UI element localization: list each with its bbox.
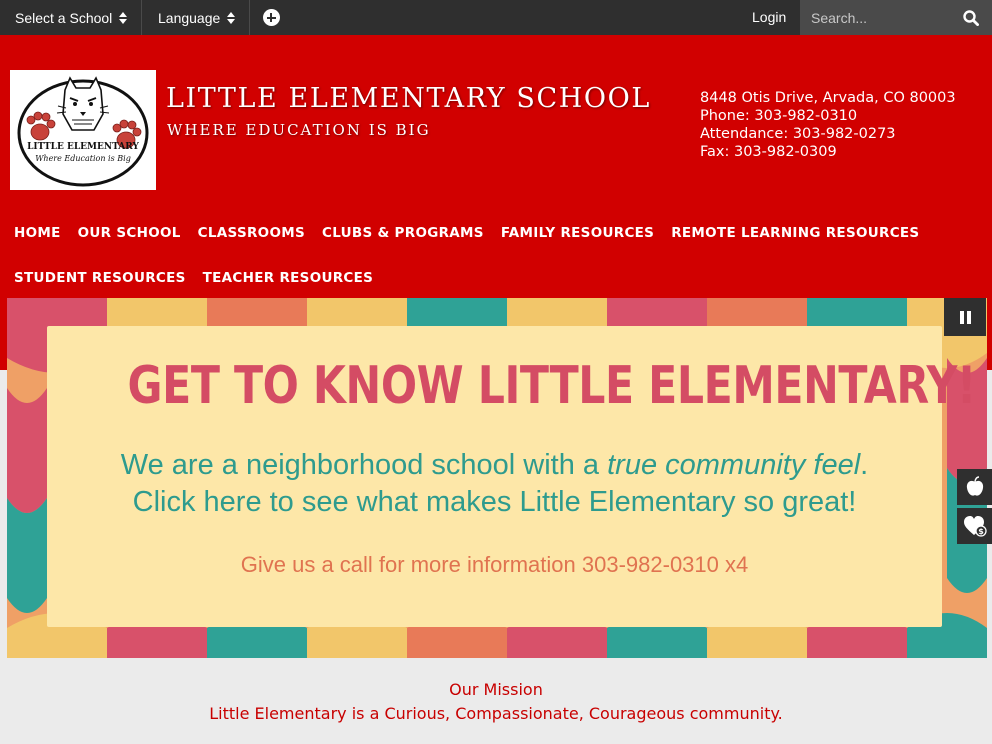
hero-card: GET TO KNOW LITTLE ELEMENTARY! We are a … — [47, 326, 977, 627]
search-icon — [963, 9, 979, 26]
phone-text: Phone: 303-982-0310 — [700, 108, 858, 124]
nav-item-student-resources[interactable]: STUDENT RESOURCES — [14, 270, 186, 286]
nav-item-remote-learning[interactable]: REMOTE LEARNING RESOURCES — [671, 225, 919, 241]
sort-caret-icon — [119, 11, 128, 24]
add-menu-button[interactable] — [248, 0, 294, 35]
mission-section: Our Mission Little Elementary is a Curio… — [0, 680, 992, 723]
apple-icon — [966, 476, 983, 496]
hero-description: We are a neighborhood school with a true… — [120, 449, 869, 481]
wildcat-logo-image: LITTLE ELEMENTARY Where Education is Big — [17, 76, 149, 187]
hero-link-text[interactable]: Click here to see what makes Little Elem… — [47, 486, 942, 519]
nav-item-our-school[interactable]: OUR SCHOOL — [78, 225, 181, 241]
nav-item-classrooms[interactable]: CLASSROOMS — [198, 225, 305, 241]
mission-text: Little Elementary is a Curious, Compassi… — [209, 704, 783, 723]
hero-banner[interactable]: GET TO KNOW LITTLE ELEMENTARY! We are a … — [7, 298, 987, 658]
utility-bar: Select a School Language Login — [0, 0, 992, 35]
search-button[interactable] — [950, 0, 992, 35]
select-school-dropdown[interactable]: Select a School — [0, 0, 143, 35]
nav-item-clubs-programs[interactable]: CLUBS & PROGRAMS — [322, 225, 484, 241]
sort-caret-icon — [227, 11, 236, 24]
logo-subtext: Where Education is Big — [35, 154, 131, 163]
search-input[interactable] — [800, 0, 950, 35]
plus-circle-icon — [262, 9, 280, 26]
login-link[interactable]: Login — [752, 0, 786, 35]
nav-row-2: STUDENT RESOURCES TEACHER RESOURCES — [14, 255, 974, 300]
contact-info: 8448 Otis Drive, Arvada, CO 80003 Phone:… — [700, 89, 956, 161]
side-tab-apple[interactable] — [957, 469, 992, 505]
hero-title: GET TO KNOW LITTLE ELEMENTARY! — [127, 356, 977, 416]
fax-text: Fax: 303-982-0309 — [700, 144, 837, 160]
nav-item-teacher-resources[interactable]: TEACHER RESOURCES — [203, 270, 374, 286]
address-text: 8448 Otis Drive, Arvada, CO 80003 — [700, 90, 956, 106]
school-name[interactable]: LITTLE ELEMENTARY SCHOOL — [166, 83, 651, 114]
attendance-text: Attendance: 303-982-0273 — [700, 126, 896, 142]
search-box — [800, 0, 992, 35]
school-logo[interactable]: LITTLE ELEMENTARY Where Education is Big — [10, 70, 156, 190]
svg-text:$: $ — [978, 527, 984, 536]
nav-item-home[interactable]: HOME — [14, 225, 61, 241]
school-tagline: WHERE EDUCATION IS BIG — [167, 121, 431, 139]
slideshow-pause-button[interactable] — [944, 298, 986, 336]
hero-call-text: Give us a call for more information 303-… — [240, 552, 749, 577]
select-school-label: Select a School — [15, 9, 113, 26]
language-dropdown[interactable]: Language — [143, 0, 251, 35]
nav-item-family-resources[interactable]: FAMILY RESOURCES — [501, 225, 654, 241]
language-label: Language — [158, 9, 221, 26]
side-tab-donate[interactable]: $ — [957, 508, 992, 544]
mission-title: Our Mission — [449, 680, 543, 699]
nav-row-1: HOME OUR SCHOOL CLASSROOMS CLUBS & PROGR… — [14, 210, 974, 255]
heart-dollar-icon: $ — [963, 516, 987, 537]
main-nav: HOME OUR SCHOOL CLASSROOMS CLUBS & PROGR… — [14, 210, 974, 300]
logo-text: LITTLE ELEMENTARY — [27, 142, 139, 152]
